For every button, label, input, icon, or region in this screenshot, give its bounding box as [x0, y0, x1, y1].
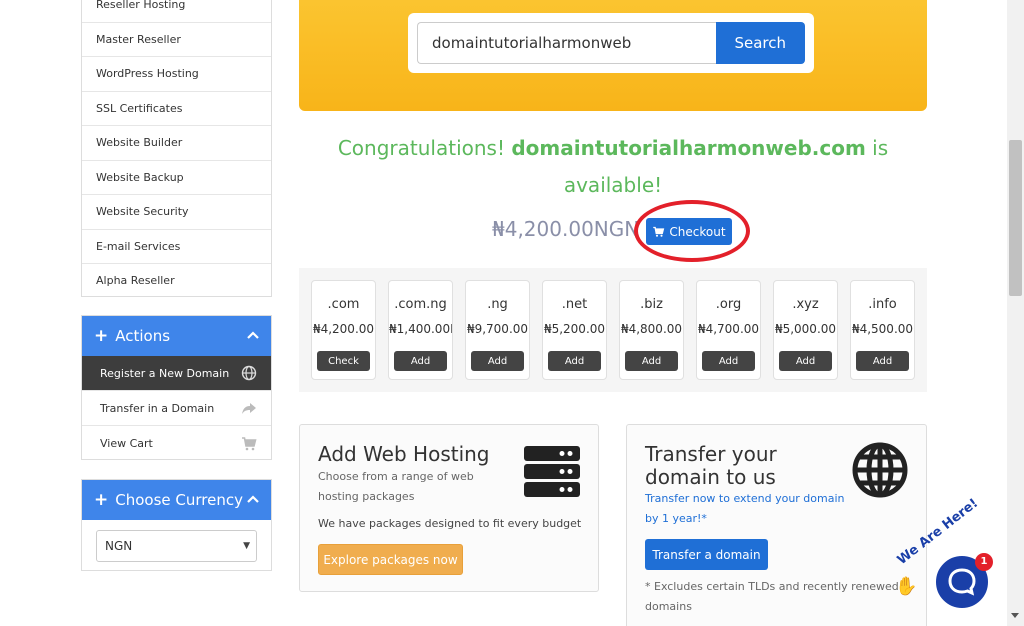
- sidebar-item-reseller-hosting[interactable]: Reseller Hosting: [82, 0, 271, 23]
- tld-name: .net: [561, 297, 588, 312]
- action-label: Register a New Domain: [100, 366, 230, 380]
- tld-name: .biz: [640, 297, 663, 312]
- chevron-up-icon[interactable]: [247, 494, 259, 506]
- checkout-button[interactable]: Checkout: [646, 218, 732, 245]
- currency-panel-title: Choose Currency: [115, 491, 243, 509]
- cart-icon: [242, 436, 257, 450]
- page-scrollbar[interactable]: [1007, 0, 1024, 626]
- tld-price: ₦4,800.00: [620, 322, 683, 336]
- tld-card-net: .net ₦5,200.00 Add: [542, 280, 607, 380]
- action-register-domain[interactable]: Register a New Domain: [82, 356, 271, 391]
- tld-card-com: .com ₦4,200.00 Check: [311, 280, 376, 380]
- tld-name: .info: [868, 297, 897, 312]
- currency-panel: + Choose Currency NGN ▼: [81, 479, 272, 571]
- tld-name: .com.ng: [394, 297, 447, 312]
- transfer-card-title: Transfer your domain to us: [645, 442, 777, 489]
- waving-hand-icon: ✋: [895, 576, 918, 597]
- tld-price: ₦4,200.00: [312, 322, 375, 336]
- explore-packages-button[interactable]: Explore packages now: [318, 544, 463, 575]
- tld-card-ng: .ng ₦9,700.00 Add: [465, 280, 530, 380]
- tld-card-info: .info ₦4,500.00 Add: [850, 280, 915, 380]
- globe-icon: [852, 442, 908, 498]
- sidebar-item-email-services[interactable]: E-mail Services: [82, 230, 271, 264]
- action-label: View Cart: [100, 437, 153, 450]
- transfer-domain-button[interactable]: Transfer a domain: [645, 539, 768, 570]
- sidebar-item-website-backup[interactable]: Website Backup: [82, 161, 271, 195]
- tld-price: ₦4,500.00: [851, 322, 914, 336]
- actions-panel-header[interactable]: + Actions: [82, 316, 271, 356]
- tld-add-button[interactable]: Add: [548, 351, 601, 371]
- share-icon: [242, 403, 256, 414]
- chevron-up-icon[interactable]: [247, 330, 259, 342]
- domain-price: ₦4,200.00NGN: [492, 217, 640, 241]
- available-domain-name: domaintutorialharmonweb.com: [511, 136, 866, 160]
- page: Reseller Hosting Master Reseller WordPre…: [0, 0, 1024, 626]
- sidebar-item-wordpress-hosting[interactable]: WordPress Hosting: [82, 57, 271, 92]
- tld-card-com-ng: .com.ng ₦1,400.00N Add: [388, 280, 453, 380]
- tld-price: ₦5,200.00: [543, 322, 606, 336]
- sidebar-category-list: Reseller Hosting Master Reseller WordPre…: [81, 0, 272, 297]
- tld-price: ₦9,700.00: [466, 322, 529, 336]
- price-line: ₦4,200.00NGN Checkout: [299, 200, 927, 262]
- actions-panel: + Actions Register a New Domain Transfer…: [81, 315, 272, 460]
- availability-message: Congratulations! domaintutorialharmonweb…: [299, 130, 927, 204]
- globe-watermark-icon: [899, 0, 927, 111]
- search-button[interactable]: Search: [715, 22, 805, 64]
- cart-icon: [653, 226, 665, 237]
- sidebar-item-website-security[interactable]: Website Security: [82, 195, 271, 230]
- chat-notification-badge: 1: [975, 553, 993, 571]
- scrollbar-thumb[interactable]: [1009, 140, 1022, 296]
- tld-name: .com: [327, 297, 360, 312]
- actions-panel-title: Actions: [115, 327, 171, 345]
- tld-card-org: .org ₦4,700.00 Add: [696, 280, 761, 380]
- sidebar-item-ssl-certificates[interactable]: SSL Certificates: [82, 92, 271, 126]
- transfer-card-subtitle: Transfer now to extend your domain by 1 …: [645, 492, 845, 525]
- hosting-card-note: We have packages designed to fit every b…: [318, 517, 582, 530]
- transfer-domain-card: Transfer your domain to us Transfer now …: [626, 424, 927, 626]
- congrats-prefix: Congratulations!: [337, 136, 505, 160]
- tld-price: ₦4,700.00: [697, 322, 760, 336]
- tld-add-button[interactable]: Add: [779, 351, 832, 371]
- tld-name: .ng: [487, 297, 508, 312]
- tld-name: .org: [715, 297, 742, 312]
- tld-name: .xyz: [792, 297, 819, 312]
- hosting-card-subtitle: Choose from a range of web hosting packa…: [318, 470, 474, 503]
- tld-suggestions: .com ₦4,200.00 Check .com.ng ₦1,400.00N …: [299, 268, 927, 392]
- sidebar-item-master-reseller[interactable]: Master Reseller: [82, 23, 271, 57]
- tld-add-button[interactable]: Add: [856, 351, 909, 371]
- tld-add-button[interactable]: Add: [702, 351, 755, 371]
- hosting-card-title: Add Web Hosting: [318, 442, 490, 466]
- sidebar-item-website-builder[interactable]: Website Builder: [82, 126, 271, 161]
- tld-price: ₦5,000.00: [774, 322, 837, 336]
- tld-card-biz: .biz ₦4,800.00 Add: [619, 280, 684, 380]
- plus-icon: +: [94, 326, 109, 346]
- tld-add-button[interactable]: Add: [394, 351, 447, 371]
- scroll-down-arrow-icon[interactable]: [1011, 613, 1019, 618]
- tld-check-button[interactable]: Check: [317, 351, 370, 371]
- globe-icon: [241, 365, 257, 381]
- action-transfer-domain[interactable]: Transfer in a Domain: [82, 391, 271, 426]
- transfer-card-footnote: * Excludes certain TLDs and recently ren…: [645, 580, 899, 613]
- sidebar-item-alpha-reseller[interactable]: Alpha Reseller: [82, 264, 271, 299]
- checkout-label: Checkout: [669, 224, 726, 239]
- web-hosting-card: Add Web Hosting Choose from a range of w…: [299, 424, 599, 592]
- plus-icon: +: [94, 490, 109, 510]
- tld-add-button[interactable]: Add: [471, 351, 524, 371]
- tld-add-button[interactable]: Add: [625, 351, 678, 371]
- currency-select[interactable]: NGN: [96, 530, 257, 562]
- domain-search-input[interactable]: [417, 22, 716, 64]
- action-label: Transfer in a Domain: [100, 401, 215, 415]
- server-icon: [524, 446, 580, 497]
- domain-search-box: Search: [408, 13, 814, 73]
- tld-price: ₦1,400.00N: [389, 322, 453, 336]
- action-view-cart[interactable]: View Cart: [82, 426, 271, 461]
- tld-card-xyz: .xyz ₦5,000.00 Add: [773, 280, 838, 380]
- currency-panel-header[interactable]: + Choose Currency: [82, 480, 271, 520]
